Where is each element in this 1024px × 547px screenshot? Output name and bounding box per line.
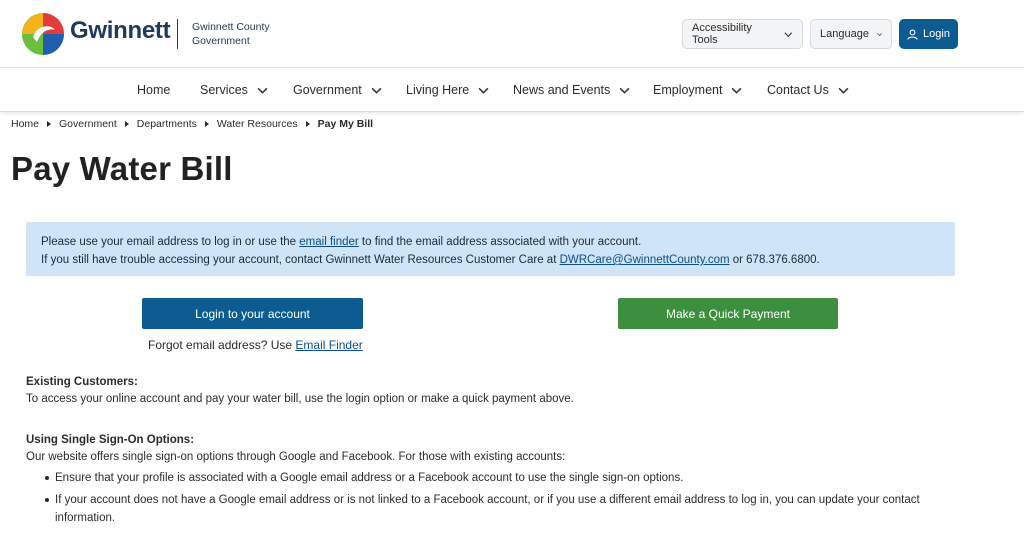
breadcrumb-government[interactable]: Government	[59, 118, 117, 130]
sso-heading: Using Single Sign-On Options:	[26, 434, 195, 446]
existing-customers-section: Existing Customers: To access your onlin…	[26, 374, 574, 408]
info-text: to find the email address associated wit…	[358, 236, 642, 248]
nav-item-label: Services	[200, 83, 248, 97]
brand-sub-line1: Gwinnett County	[192, 21, 270, 33]
chevron-down-icon	[877, 32, 882, 36]
main-nav: Home Services Government Living Here New…	[0, 68, 1024, 112]
info-line-2: If you still have trouble accessing your…	[41, 251, 940, 269]
user-icon	[907, 29, 918, 40]
nav-item-label: News and Events	[513, 83, 611, 97]
breadcrumb-current: Pay My Bill	[317, 118, 374, 130]
brand-sub-line2: Government	[192, 34, 250, 47]
breadcrumb-separator-icon	[47, 121, 52, 127]
breadcrumb-separator-icon	[124, 121, 129, 127]
nav-item-contact-us[interactable]: Contact Us	[767, 68, 849, 112]
chevron-down-icon	[784, 31, 793, 37]
chevron-down-icon	[371, 87, 382, 94]
breadcrumb-separator-icon	[204, 121, 209, 127]
brand-name[interactable]: Gwinnett	[70, 17, 171, 45]
existing-customers-heading: Existing Customers:	[26, 376, 138, 388]
list-item: Ensure that your profile is associated w…	[26, 469, 966, 487]
sso-text: Our website offers single sign-on option…	[26, 451, 566, 463]
forgot-email-text: Forgot email address? Use Email Finder	[148, 338, 363, 352]
info-line-1: Please use your email address to log in …	[41, 233, 940, 251]
existing-customers-text: To access your online account and pay yo…	[26, 393, 574, 405]
nav-item-employment[interactable]: Employment	[653, 68, 742, 112]
brand-subtitle: Gwinnett County Government	[192, 21, 270, 48]
chevron-down-icon	[838, 87, 849, 94]
chevron-down-icon	[257, 87, 268, 94]
sso-section: Using Single Sign-On Options: Our websit…	[26, 432, 966, 531]
chevron-down-icon	[732, 87, 742, 94]
language-button[interactable]: Language	[810, 19, 892, 49]
breadcrumb-separator-icon	[305, 121, 310, 127]
nav-item-services[interactable]: Services	[200, 68, 268, 112]
breadcrumb-water-resources[interactable]: Water Resources	[217, 118, 298, 130]
gwinnett-logo-icon[interactable]	[22, 13, 64, 55]
sso-list: Ensure that your profile is associated w…	[26, 469, 966, 527]
nav-item-label: Employment	[653, 83, 723, 97]
forgot-prefix: Forgot email address? Use	[148, 338, 296, 352]
quick-payment-button[interactable]: Make a Quick Payment	[618, 298, 838, 329]
list-item: If your account does not have a Google e…	[26, 491, 966, 527]
chevron-down-icon	[619, 87, 630, 94]
nav-item-label: Contact Us	[767, 83, 829, 97]
chevron-down-icon	[478, 87, 489, 94]
nav-item-news-and-events[interactable]: News and Events	[513, 68, 630, 112]
email-finder-button-link[interactable]: Email Finder	[295, 338, 362, 352]
info-text: Please use your email address to log in …	[41, 236, 300, 248]
breadcrumb-home[interactable]: Home	[11, 118, 39, 130]
nav-item-label: Living Here	[406, 83, 470, 97]
brand-divider	[177, 19, 178, 49]
login-button[interactable]: Login	[899, 19, 958, 49]
nav-item-label: Government	[293, 83, 362, 97]
site-header: Gwinnett Gwinnett County Government Acce…	[0, 0, 1024, 68]
language-label: Language	[820, 28, 869, 40]
accessibility-tools-label: Accessibility Tools	[692, 22, 752, 46]
info-notice: Please use your email address to log in …	[26, 222, 955, 276]
nav-item-label: Home	[137, 83, 171, 97]
info-text: If you still have trouble accessing your…	[41, 254, 560, 266]
breadcrumb-departments[interactable]: Departments	[137, 118, 197, 130]
email-finder-link[interactable]: email finder	[299, 236, 358, 248]
nav-item-home[interactable]: Home	[137, 68, 170, 112]
info-text: or 678.376.6800.	[729, 254, 820, 266]
nav-item-living-here[interactable]: Living Here	[406, 68, 489, 112]
nav-item-government[interactable]: Government	[293, 68, 382, 112]
page-title: Pay Water Bill	[11, 150, 233, 187]
login-label: Login	[923, 28, 950, 40]
login-account-button[interactable]: Login to your account	[142, 298, 363, 329]
accessibility-tools-button[interactable]: Accessibility Tools	[682, 19, 803, 49]
dwr-email-link[interactable]: DWRCare@GwinnettCounty.com	[560, 254, 730, 266]
breadcrumb: Home Government Departments Water Resour…	[11, 118, 373, 130]
